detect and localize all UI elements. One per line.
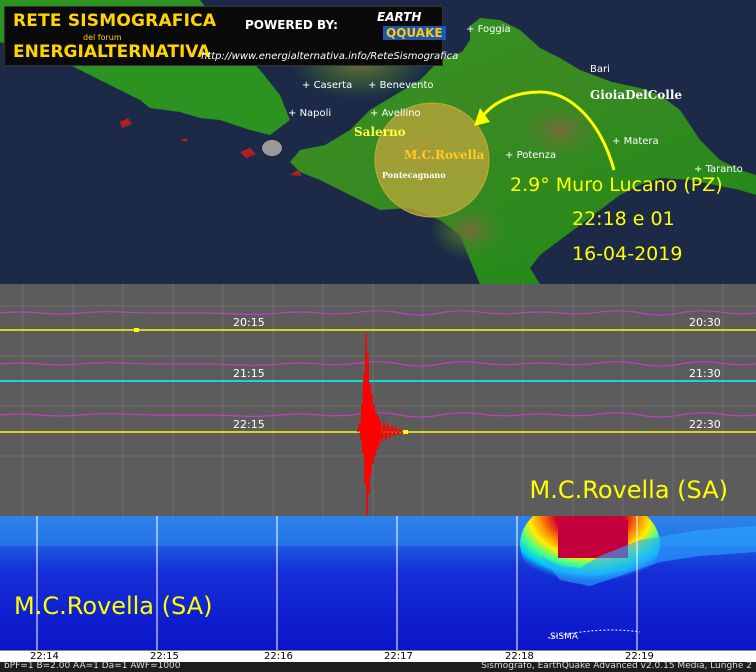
city-salerno: Salerno — [354, 125, 406, 139]
city-bari: Bari — [590, 64, 610, 75]
trace-3 — [0, 361, 756, 367]
left-time-1: 20:15 — [233, 316, 265, 329]
quake-time: 22:18 e 01 — [572, 208, 675, 230]
header-url[interactable]: http://www.energialternativa.info/ReteSi… — [201, 51, 458, 62]
capri-island — [262, 140, 282, 156]
header-forum: del forum — [83, 33, 122, 42]
left-time-2: 21:15 — [233, 367, 265, 380]
city-foggia: + Foggia — [466, 24, 511, 35]
trace-1 — [0, 310, 756, 316]
city-potenza: + Potenza — [505, 150, 557, 161]
city-napoli: + Napoli — [288, 108, 332, 119]
axis-tick-4: 22:17 — [384, 651, 413, 662]
spectrogram-station-label: M.C.Rovella (SA) — [14, 592, 213, 620]
earthquake-logo-top: EARTH — [377, 10, 422, 24]
seismogram-station-label: M.C.Rovella (SA) — [529, 476, 728, 504]
city-caserta: + Caserta — [302, 80, 353, 91]
city-avellino: + Avellino — [370, 108, 421, 119]
seismogram-panel: 20:15 21:15 22:15 20:30 21:30 22:30 M.C.… — [0, 284, 756, 516]
header-banner: RETE SISMOGRAFICA del forum ENERGIALTERN… — [4, 6, 458, 66]
right-time-3: 22:30 — [689, 418, 721, 431]
right-time-1: 20:30 — [689, 316, 721, 329]
right-time-2: 21:30 — [689, 367, 721, 380]
header-title: RETE SISMOGRAFICA — [13, 11, 217, 31]
seismograph-app-window: RETE SISMOGRAFICA del forum ENERGIALTERN… — [0, 0, 756, 672]
axis-tick-3: 22:16 — [264, 651, 293, 662]
map-panel: RETE SISMOGRAFICA del forum ENERGIALTERN… — [0, 0, 756, 284]
city-pontecagnano: Pontecagnano — [382, 170, 446, 180]
city-benevento: + Benevento — [368, 80, 434, 91]
status-left-text: bPF=1 B=2.00 AA=1 Da=1 AWF=1000 — [4, 661, 181, 671]
quake-magnitude-location: 2.9° Muro Lucano (PZ) — [510, 174, 723, 196]
quake-date: 16-04-2019 — [572, 243, 683, 265]
spectrogram-svg — [0, 516, 756, 650]
header-powered-by: POWERED BY: — [245, 18, 338, 32]
earthquake-logo-bottom: QQUAKE — [383, 26, 446, 40]
status-right-text: Sismografo, EarthQuake Advanced v2.0.15 … — [481, 661, 752, 671]
spectrogram-panel: M.C.Rovella (SA) SISMA — [0, 516, 756, 650]
city-matera: + Matera — [612, 136, 659, 147]
header-subtitle: ENERGIALTERNATIVA — [13, 42, 211, 62]
left-time-3: 22:15 — [233, 418, 265, 431]
status-bar: bPF=1 B=2.00 AA=1 Da=1 AWF=1000 Sismogra… — [0, 661, 756, 672]
station-label-rovella: M.C.Rovella — [404, 148, 485, 162]
city-gioiadelcolle: GioiaDelColle — [590, 88, 683, 102]
sisma-label: SISMA — [550, 632, 579, 642]
